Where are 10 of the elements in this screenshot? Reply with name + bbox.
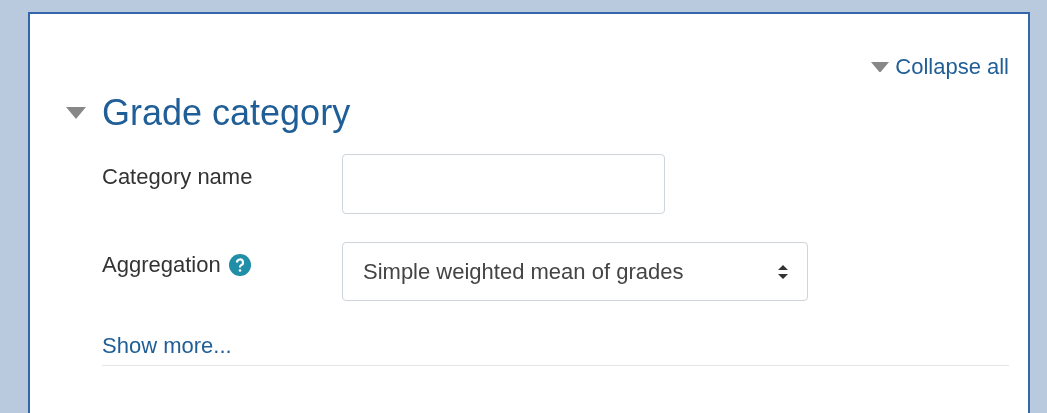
- field-label: Aggregation: [102, 252, 221, 278]
- field-label: Category name: [102, 164, 253, 190]
- help-icon[interactable]: [228, 254, 251, 276]
- show-more-link[interactable]: Show more...: [102, 333, 232, 359]
- select-field[interactable]: Simple weighted mean of grades: [342, 242, 808, 301]
- caret-icon: [871, 61, 890, 73]
- section-title[interactable]: Grade category: [102, 92, 351, 134]
- input-field[interactable]: [342, 154, 665, 214]
- collapse-all-link[interactable]: Collapse all: [871, 54, 1009, 80]
- sort-icon: [777, 263, 789, 280]
